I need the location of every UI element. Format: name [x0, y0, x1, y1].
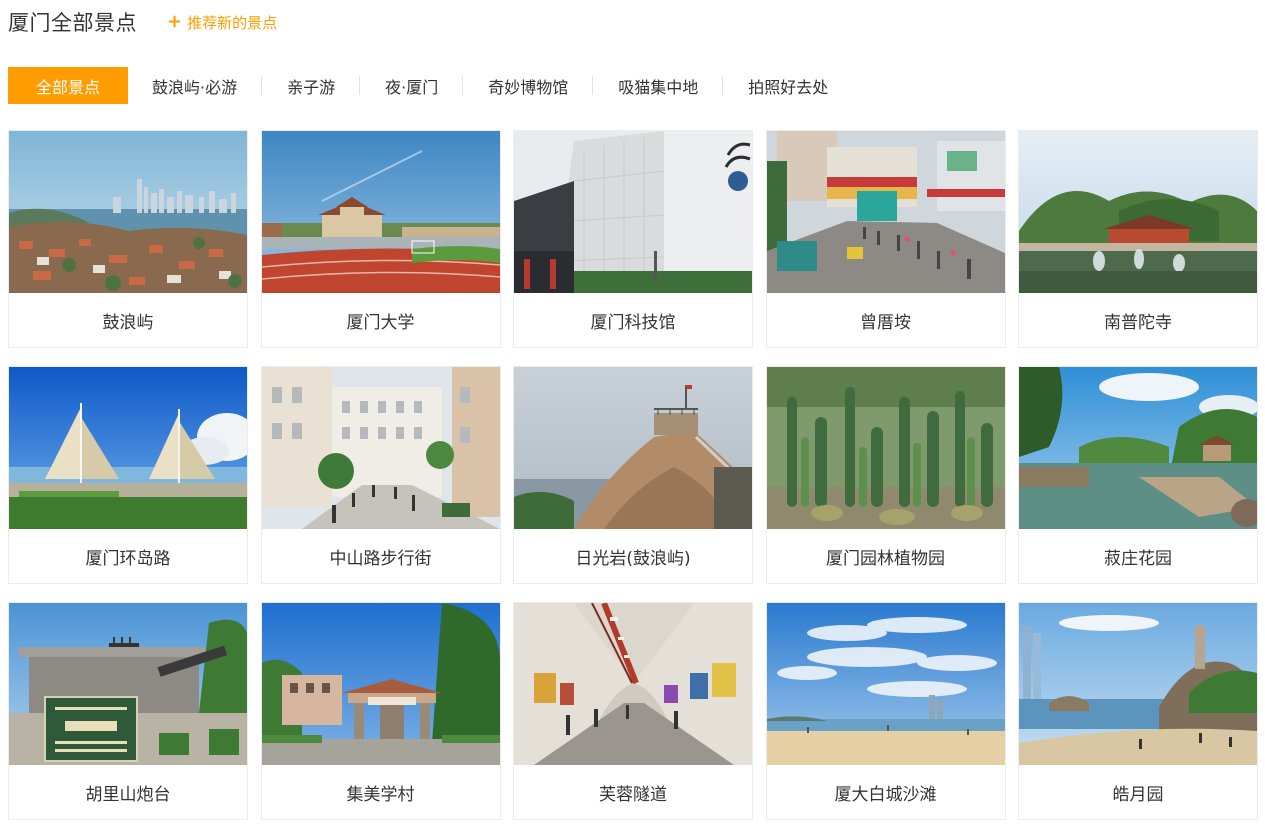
attraction-card[interactable]: 集美学村: [260, 602, 501, 820]
recommend-new-attraction-link[interactable]: + 推荐新的景点: [167, 12, 277, 33]
attraction-name: 胡里山炮台: [85, 784, 171, 805]
attraction-name: 厦门科技馆: [590, 312, 676, 333]
tab-label: 夜·厦门: [385, 77, 439, 97]
page-header: 厦门全部景点 + 推荐新的景点: [8, 6, 277, 38]
attraction-name: 日光岩(鼓浪屿): [575, 548, 691, 569]
attraction-card[interactable]: 芙蓉隧道: [513, 602, 753, 820]
attraction-name: 厦门环岛路: [85, 548, 171, 569]
attraction-card[interactable]: 厦门大学: [260, 130, 501, 348]
attraction-name: 皓月园: [1112, 784, 1164, 805]
graffiti-tunnel-photo: [514, 603, 752, 765]
coastal-city-skyline-photo: [9, 131, 247, 293]
attraction-name: 厦门园林植物园: [826, 548, 945, 569]
attraction-card[interactable]: 南普陀寺: [1018, 130, 1258, 348]
attraction-card[interactable]: 皓月园: [1018, 602, 1258, 820]
attraction-card[interactable]: 胡里山炮台: [8, 602, 248, 820]
tab-night-xiamen[interactable]: 夜·厦门: [360, 67, 464, 104]
page-title: 厦门全部景点: [8, 11, 137, 35]
attraction-name: 中山路步行街: [329, 548, 432, 569]
tab-label: 全部景点: [35, 77, 100, 97]
tab-label: 奇妙博物馆: [488, 77, 569, 97]
attraction-card[interactable]: 日光岩(鼓浪屿): [513, 366, 753, 584]
attraction-card[interactable]: 鼓浪屿: [8, 130, 248, 348]
attraction-name: 集美学村: [346, 784, 415, 805]
university-campus-track-photo: [261, 131, 500, 293]
tab-all-attractions[interactable]: 全部景点: [8, 67, 128, 104]
science-museum-building-photo: [514, 131, 752, 293]
pedestrian-street-photo: [261, 367, 500, 529]
attraction-card[interactable]: 厦大白城沙滩: [765, 602, 1006, 820]
bay-statue-beach-photo: [1019, 603, 1257, 765]
attraction-name: 芙蓉隧道: [599, 784, 667, 805]
village-gate-archway-photo: [261, 603, 500, 765]
attractions-grid: 鼓浪屿 厦门大学 厦门科技馆 曾厝垵 南普陀寺 厦门环岛路 中山路步行街 日光岩…: [8, 130, 1258, 820]
attraction-name: 鼓浪屿: [102, 312, 154, 333]
attraction-name: 厦门大学: [346, 312, 415, 333]
tab-label: 吸猫集中地: [618, 77, 699, 97]
attraction-name: 南普陀寺: [1104, 312, 1172, 333]
fortress-cannon-photo: [9, 603, 247, 765]
attraction-card[interactable]: 菽庄花园: [1018, 366, 1258, 584]
tab-photo-spots[interactable]: 拍照好去处: [723, 67, 853, 104]
attraction-card[interactable]: 厦门科技馆: [513, 130, 753, 348]
recommend-link-label: 推荐新的景点: [187, 13, 278, 32]
attraction-card[interactable]: 中山路步行街: [260, 366, 501, 584]
tab-museums[interactable]: 奇妙博物馆: [463, 67, 594, 104]
tab-label: 拍照好去处: [748, 77, 829, 97]
tab-cat-spots[interactable]: 吸猫集中地: [593, 67, 724, 104]
tab-label: 鼓浪屿·必游: [152, 77, 238, 97]
garden-pond-pavilion-photo: [1019, 367, 1257, 529]
tab-label: 亲子游: [287, 77, 336, 97]
attraction-card[interactable]: 曾厝垵: [765, 130, 1006, 348]
cactus-garden-photo: [766, 367, 1005, 529]
tab-gulangyu[interactable]: 鼓浪屿·必游: [128, 67, 263, 104]
attraction-card[interactable]: 厦门环岛路: [8, 366, 248, 584]
rock-summit-lookout-photo: [514, 367, 752, 529]
beach-sky-towers-photo: [766, 603, 1005, 765]
attraction-name: 厦大白城沙滩: [834, 784, 937, 805]
temple-pond-fountain-photo: [1019, 131, 1257, 293]
village-street-market-photo: [766, 131, 1005, 293]
category-tabs: 全部景点 鼓浪屿·必游 亲子游 夜·厦门 奇妙博物馆 吸猫集中地 拍照好去处: [8, 67, 853, 104]
tab-family-trip[interactable]: 亲子游: [262, 67, 361, 104]
plus-icon: +: [167, 11, 183, 32]
attraction-card[interactable]: 厦门园林植物园: [765, 366, 1006, 584]
attraction-name: 曾厝垵: [860, 312, 911, 333]
attraction-name: 菽庄花园: [1104, 548, 1172, 569]
sail-sculpture-seaside-photo: [9, 367, 247, 529]
